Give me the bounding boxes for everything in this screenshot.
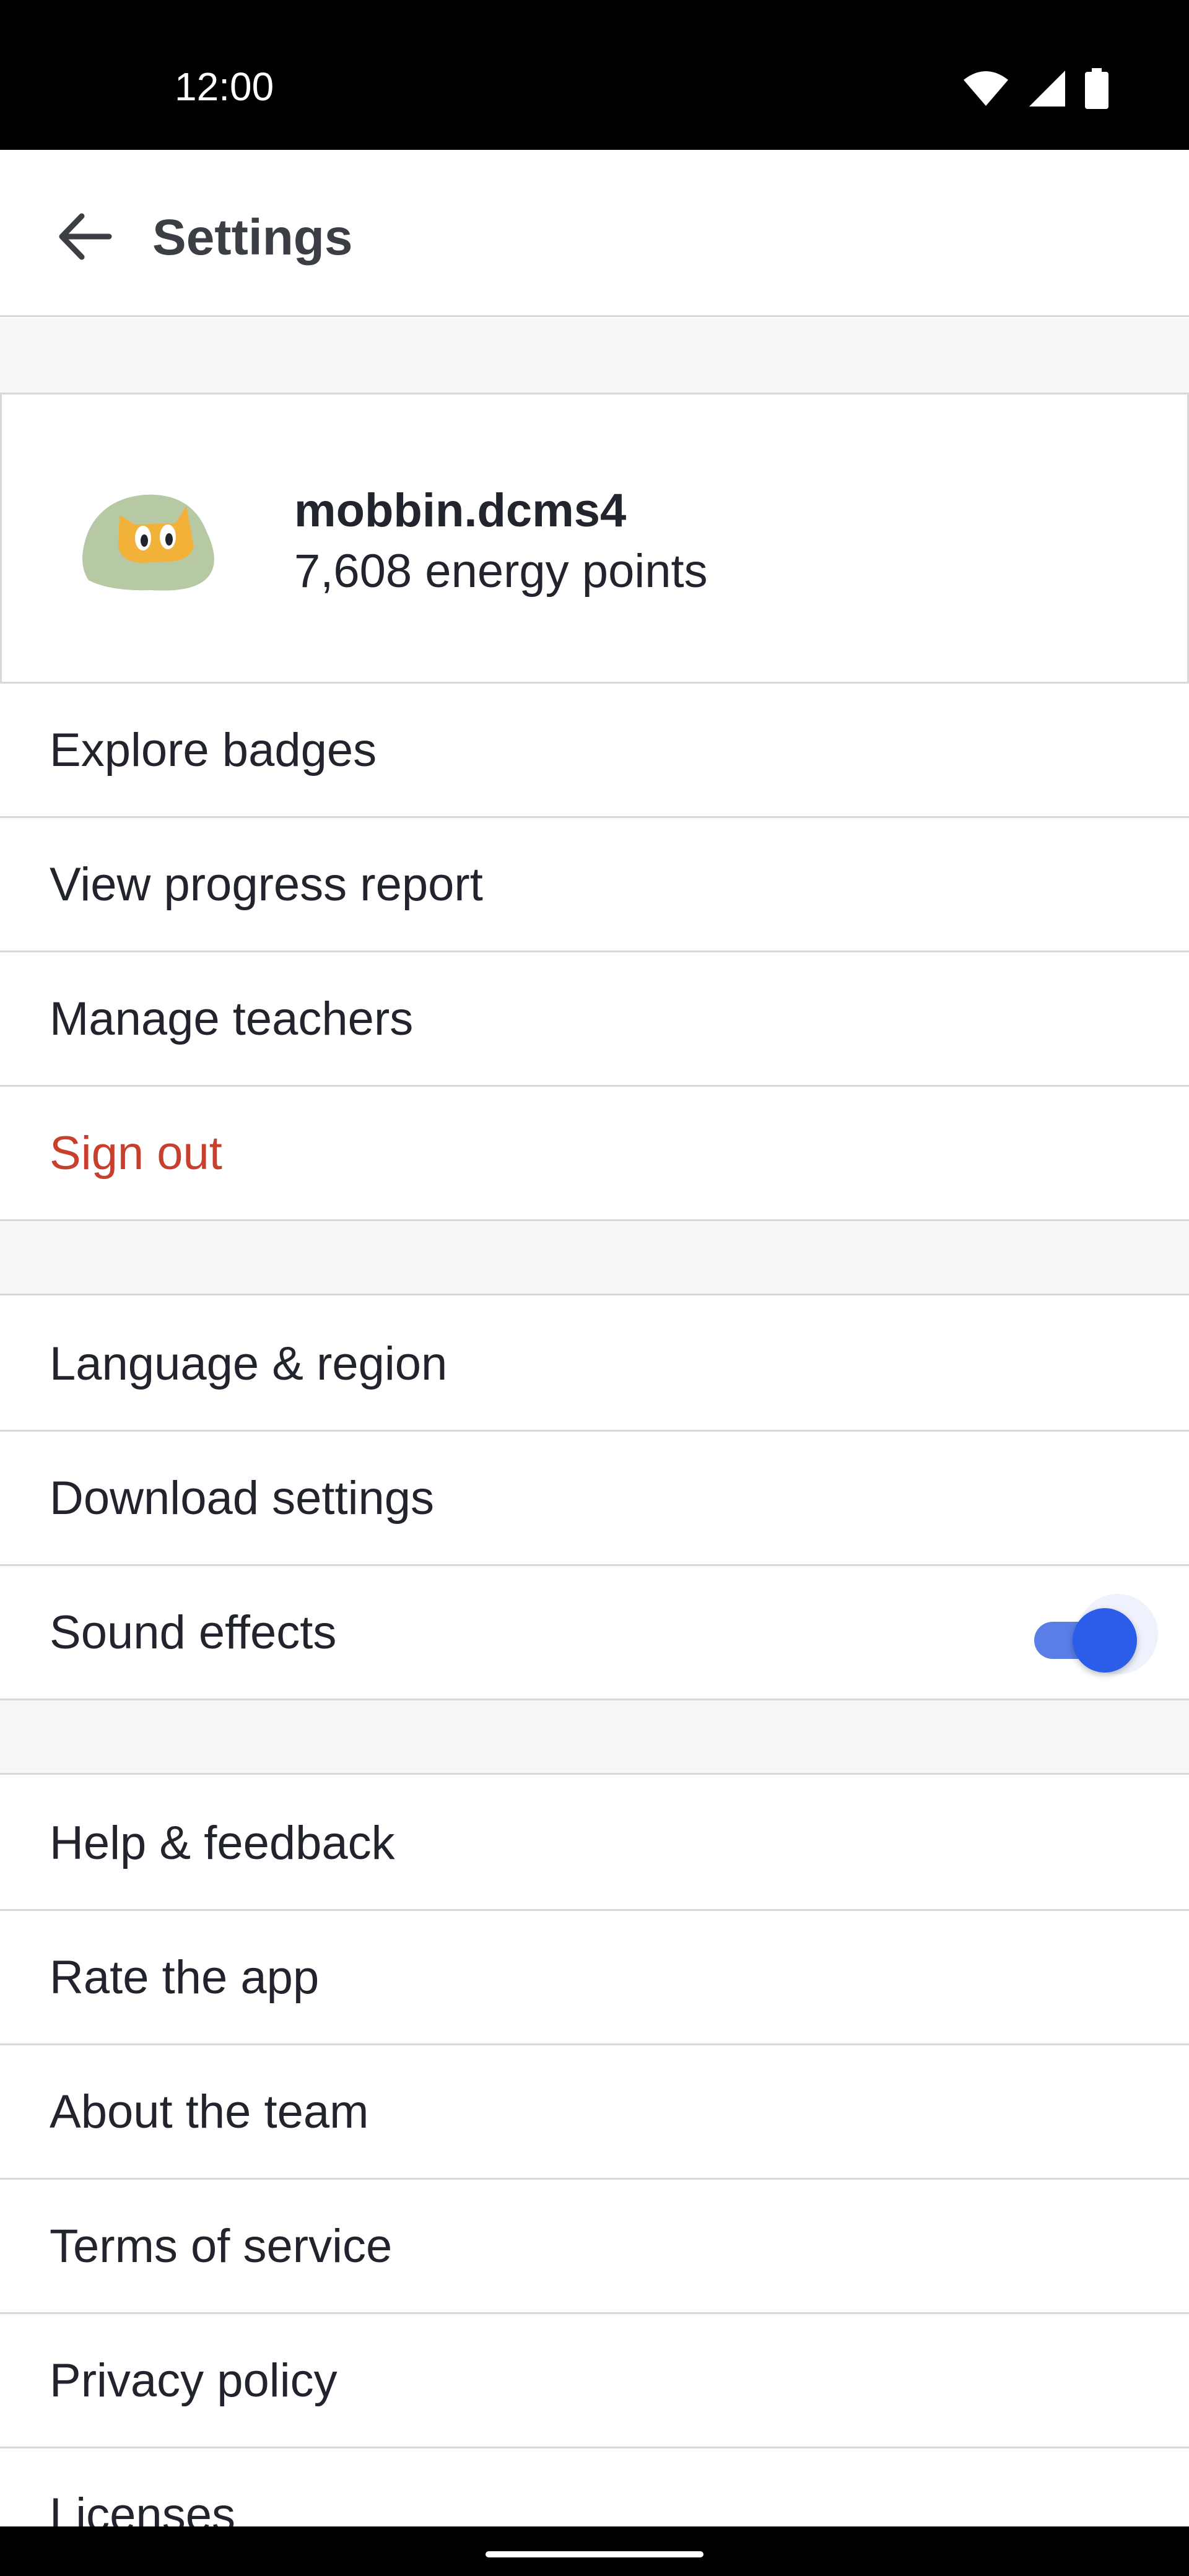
settings-item-manage-teachers[interactable]: Manage teachers [0,952,1189,1087]
settings-item-label: Language & region [50,1338,448,1390]
wifi-icon [964,71,1008,106]
sound-effects-toggle[interactable] [1028,1594,1164,1674]
home-indicator[interactable] [486,2551,703,2557]
settings-item-label: Explore badges [50,724,377,777]
sign-out-label: Sign out [50,1127,222,1180]
sign-out-button[interactable]: Sign out [0,1087,1189,1221]
back-button[interactable] [50,202,118,271]
settings-screen: 12:00 Settings mobbin.dcms4 7,608 energy… [0,0,1189,2576]
settings-item-label: Manage teachers [50,993,414,1045]
section-gap [0,1221,1189,1295]
settings-item-label: Download settings [50,1472,435,1525]
system-navigation-bar [0,2526,1189,2576]
settings-item-help-feedback[interactable]: Help & feedback [0,1777,1189,1911]
settings-item-explore-badges[interactable]: Explore badges [0,684,1189,818]
page-title: Settings [152,209,353,266]
section-gap [0,1700,1189,1775]
status-time: 12:00 [175,64,274,109]
settings-item-download-settings[interactable]: Download settings [0,1432,1189,1566]
settings-item-label: View progress report [50,858,483,911]
settings-item-label: Sound effects [50,1606,337,1659]
section-gap [0,318,1189,393]
settings-item-label: Rate the app [50,1951,320,2004]
status-icons [962,67,1108,110]
settings-item-rate-the-app[interactable]: Rate the app [0,1911,1189,2045]
settings-item-language-region[interactable]: Language & region [0,1297,1189,1432]
status-bar: 12:00 [0,0,1189,150]
settings-item-label: Help & feedback [50,1817,395,1869]
settings-item-sound-effects: Sound effects [0,1566,1189,1700]
settings-item-terms-of-service[interactable]: Terms of service [0,2180,1189,2314]
settings-item-about-the-team[interactable]: About the team [0,2045,1189,2180]
settings-item-label: About the team [50,2086,369,2138]
toggle-thumb [1073,1608,1137,1673]
profile-card[interactable]: mobbin.dcms4 7,608 energy points [0,393,1189,684]
profile-energy-points: 7,608 energy points [294,545,708,598]
settings-item-view-progress-report[interactable]: View progress report [0,818,1189,952]
battery-icon [1085,68,1108,109]
settings-item-label: Terms of service [50,2220,393,2273]
settings-item-label: Privacy policy [50,2354,338,2407]
arrow-back-icon [59,213,112,260]
profile-username: mobbin.dcms4 [294,484,627,537]
app-bar: Settings [0,150,1189,317]
settings-item-privacy-policy[interactable]: Privacy policy [0,2314,1189,2448]
cellular-signal-icon [1029,71,1065,107]
monster-avatar-icon [82,494,214,591]
